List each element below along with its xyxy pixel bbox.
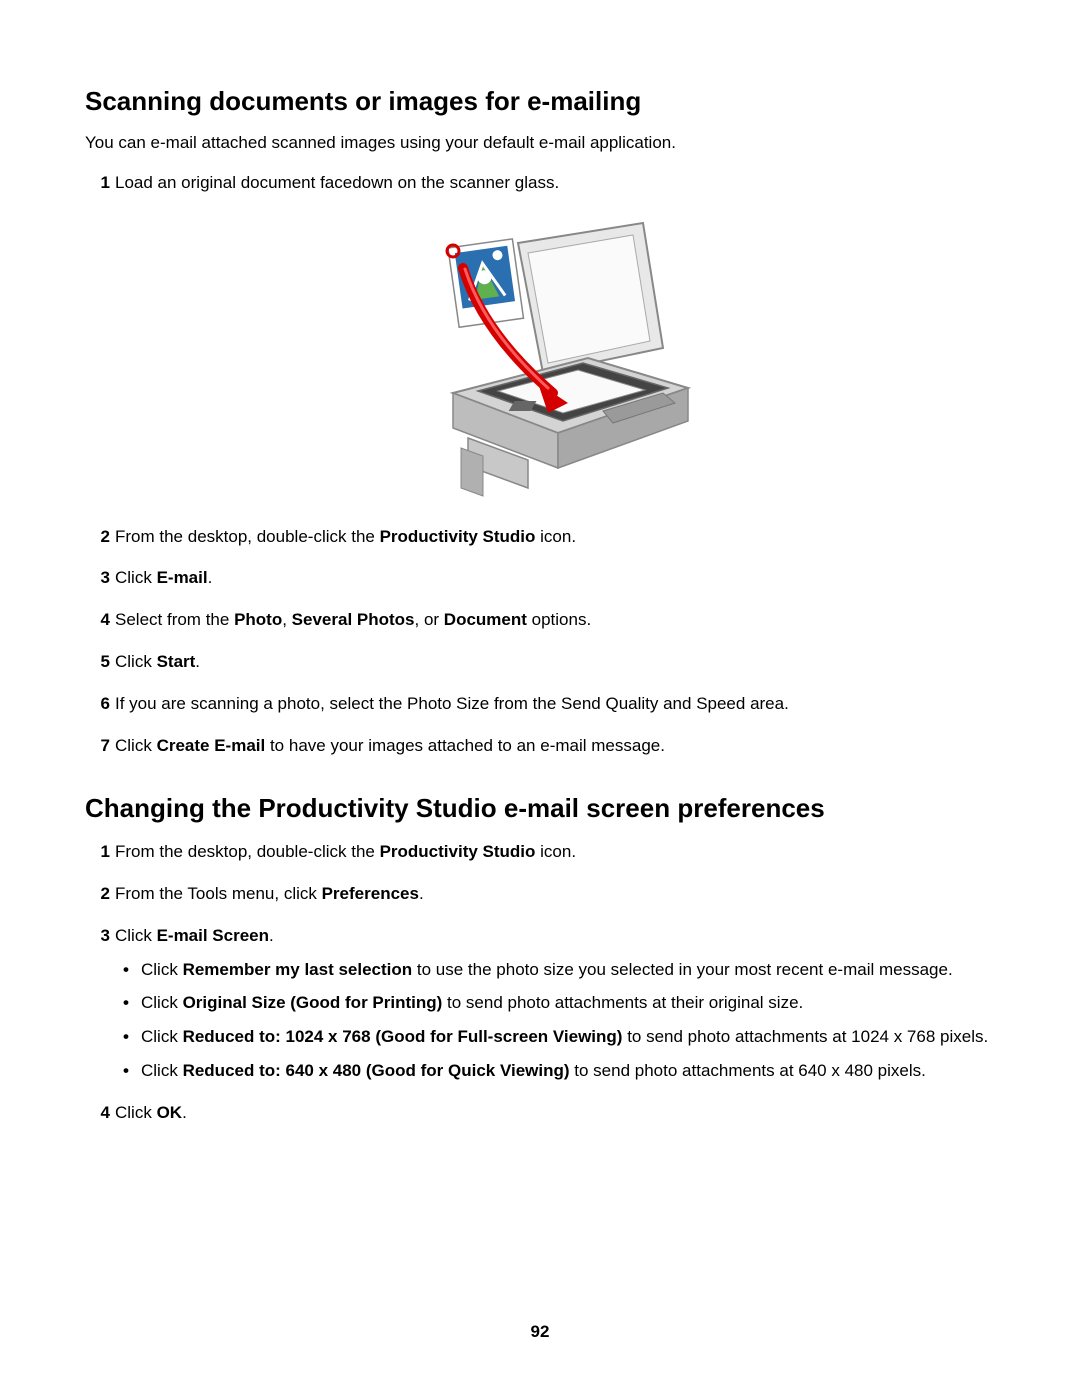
bullet-item: Click Remember my last selection to use …: [115, 958, 990, 982]
step-1: 1 From the desktop, double-click the Pro…: [85, 840, 990, 864]
step-text: From the desktop, double-click the Produ…: [115, 842, 576, 861]
step-number: 1: [85, 840, 110, 864]
step-5: 5 Click Start.: [85, 650, 990, 674]
step-6: 6 If you are scanning a photo, select th…: [85, 692, 990, 716]
step-number: 4: [85, 608, 110, 632]
steps-list-1: 1 Load an original document facedown on …: [85, 171, 990, 758]
scanner-figure: [115, 213, 990, 503]
step-4: 4 Select from the Photo, Several Photos,…: [85, 608, 990, 632]
step-1: 1 Load an original document facedown on …: [85, 171, 990, 503]
step-text: Click E-mail.: [115, 568, 212, 587]
step-3: 3 Click E-mail Screen. Click Remember my…: [85, 924, 990, 1083]
step-number: 2: [85, 525, 110, 549]
bullet-item: Click Reduced to: 640 x 480 (Good for Qu…: [115, 1059, 990, 1083]
step-number: 2: [85, 882, 110, 906]
step-number: 1: [85, 171, 110, 195]
step-text: From the Tools menu, click Preferences.: [115, 884, 424, 903]
steps-list-2: 1 From the desktop, double-click the Pro…: [85, 840, 990, 1124]
step-text: Select from the Photo, Several Photos, o…: [115, 610, 591, 629]
step-number: 3: [85, 566, 110, 590]
step-number: 4: [85, 1101, 110, 1125]
step-3: 3 Click E-mail.: [85, 566, 990, 590]
step-text: From the desktop, double-click the Produ…: [115, 527, 576, 546]
section-heading-1: Scanning documents or images for e-maili…: [85, 85, 990, 119]
step-text: Click Start.: [115, 652, 200, 671]
step-text: Click E-mail Screen.: [115, 926, 274, 945]
bullet-item: Click Reduced to: 1024 x 768 (Good for F…: [115, 1025, 990, 1049]
step-7: 7 Click Create E-mail to have your image…: [85, 734, 990, 758]
step-4: 4 Click OK.: [85, 1101, 990, 1125]
step-text: Load an original document facedown on th…: [115, 173, 559, 192]
step-number: 6: [85, 692, 110, 716]
bullet-list: Click Remember my last selection to use …: [115, 958, 990, 1083]
section-intro-1: You can e-mail attached scanned images u…: [85, 133, 990, 153]
section-heading-2: Changing the Productivity Studio e-mail …: [85, 792, 990, 826]
step-2: 2 From the Tools menu, click Preferences…: [85, 882, 990, 906]
step-text: Click Create E-mail to have your images …: [115, 736, 665, 755]
step-text: Click OK.: [115, 1103, 187, 1122]
page-number: 92: [0, 1322, 1080, 1342]
bullet-item: Click Original Size (Good for Printing) …: [115, 991, 990, 1015]
step-number: 7: [85, 734, 110, 758]
step-2: 2 From the desktop, double-click the Pro…: [85, 525, 990, 549]
step-number: 3: [85, 924, 110, 948]
step-text: If you are scanning a photo, select the …: [115, 694, 789, 713]
step-number: 5: [85, 650, 110, 674]
